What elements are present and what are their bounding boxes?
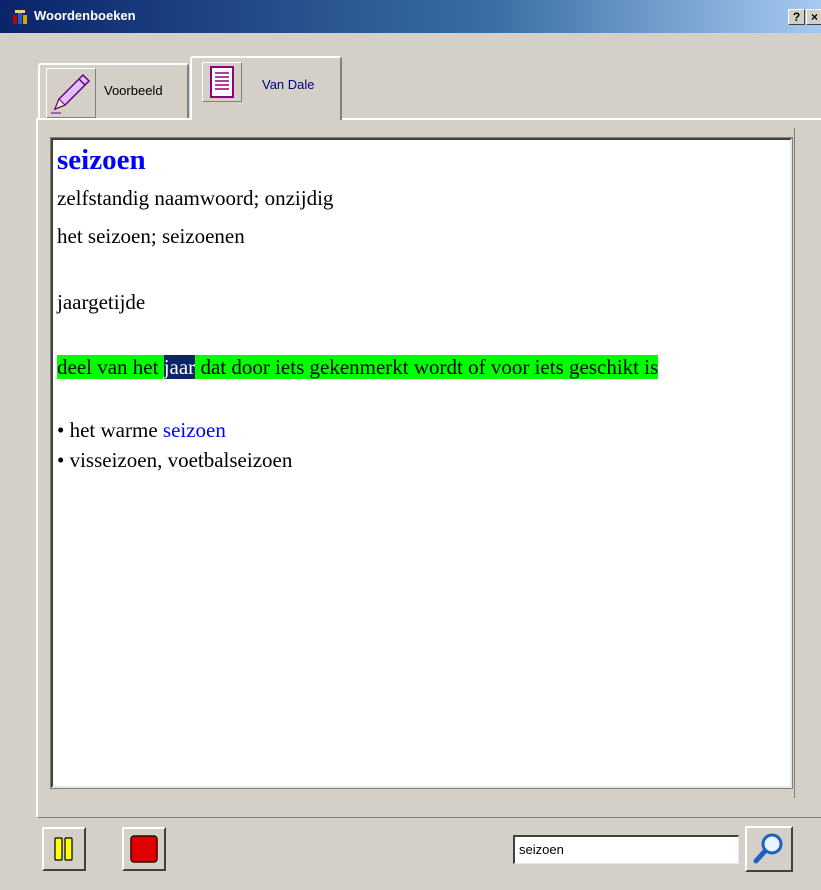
- example-line-2: • visseizoen, voetbalseizoen: [57, 448, 293, 472]
- example-1-link[interactable]: seizoen: [163, 418, 226, 442]
- definition-part-1: deel van het: [57, 355, 164, 379]
- dictionary-entry[interactable]: seizoen zelfstandig naamwoord; onzijdig …: [50, 137, 793, 789]
- magnifier-icon: [753, 833, 783, 864]
- pencil-icon: [46, 68, 96, 118]
- close-button[interactable]: ×: [806, 9, 821, 25]
- title-bar: Woordenboeken ? ×: [0, 0, 821, 33]
- stop-button[interactable]: [122, 827, 166, 871]
- entry-word: seizoen: [57, 144, 146, 176]
- entry-definition: deel van het jaar dat door iets gekenmer…: [57, 352, 777, 382]
- tab-voorbeeld[interactable]: Voorbeeld: [38, 63, 189, 119]
- definition-part-2: dat door iets gekenmerkt wordt of voor i…: [195, 355, 659, 379]
- entry-synonym: jaargetijde: [57, 290, 146, 314]
- tab-van-dale-label: Van Dale: [262, 77, 315, 92]
- pause-button[interactable]: [42, 827, 86, 871]
- selected-text: jaar: [163, 355, 196, 379]
- example-line-1: • het warme seizoen: [57, 418, 226, 443]
- app-icon: [12, 9, 28, 25]
- tab-voorbeeld-label: Voorbeeld: [104, 83, 163, 98]
- entry-forms: het seizoen; seizoenen: [57, 224, 245, 248]
- pause-icon: [54, 837, 73, 861]
- example-1-prefix: • het warme: [57, 418, 163, 442]
- panel-border: [794, 128, 795, 798]
- help-button[interactable]: ?: [788, 9, 805, 25]
- search-input[interactable]: seizoen: [513, 835, 739, 864]
- search-button[interactable]: [745, 826, 793, 872]
- stop-icon: [130, 835, 158, 863]
- entry-grammar: zelfstandig naamwoord; onzijdig: [57, 186, 334, 210]
- window-title: Woordenboeken: [34, 8, 136, 23]
- tab-van-dale[interactable]: Van Dale: [190, 56, 342, 120]
- document-icon: [202, 62, 242, 102]
